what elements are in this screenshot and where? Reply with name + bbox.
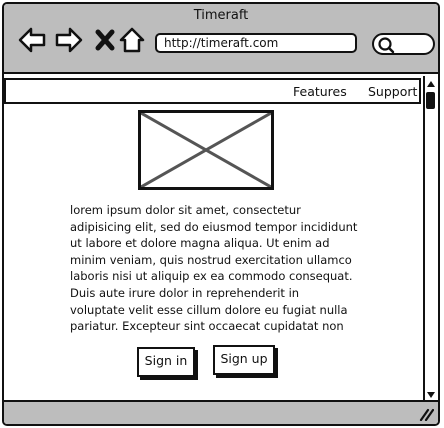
paragraph-line: voluptate velit esse cillum dolore eu fu… (70, 302, 348, 317)
nav-menu-bar: Features Support (4, 78, 421, 104)
vertical-scrollbar[interactable] (423, 76, 437, 404)
url-field[interactable]: http://timeraft.com (155, 33, 357, 53)
status-bar (4, 400, 438, 424)
search-icon (378, 37, 395, 54)
browser-window: Timeraft http://timeraft.com Features Su… (2, 2, 440, 426)
window-title: Timeraft (193, 8, 249, 23)
sign-up-button[interactable]: Sign up (213, 345, 275, 375)
search-field[interactable] (372, 33, 435, 55)
paragraph-line: minim veniam, quis nostrud exercitation … (70, 252, 352, 267)
arrow-right-icon[interactable] (55, 26, 83, 54)
menu-item-support[interactable]: Support (368, 84, 417, 99)
lorem-paragraph: lorem ipsum dolor sit amet, consectetur … (70, 202, 358, 335)
close-x-icon[interactable] (92, 26, 120, 54)
paragraph-line: adipisicing elit, sed do eiusmod tempor … (70, 219, 358, 234)
scroll-up-icon[interactable] (426, 79, 436, 89)
arrow-left-icon[interactable] (18, 26, 46, 54)
image-placeholder (138, 110, 274, 190)
sign-in-button[interactable]: Sign in (137, 347, 195, 377)
menu-item-features[interactable]: Features (293, 84, 347, 99)
paragraph-line: pariatur. Excepteur sint occaecat cupida… (70, 319, 344, 334)
scroll-down-icon[interactable] (426, 390, 436, 400)
title-bar: Timeraft http://timeraft.com (4, 4, 438, 74)
paragraph-line: Duis aute irure dolor in reprehenderit i… (70, 285, 300, 300)
resize-grip-icon[interactable] (418, 407, 434, 421)
paragraph-line: ut labore et dolore magna aliqua. Ut eni… (70, 236, 330, 251)
scrollbar-thumb[interactable] (426, 92, 435, 109)
home-icon[interactable] (118, 26, 146, 54)
paragraph-line: lorem ipsum dolor sit amet, consectetur (70, 203, 301, 217)
paragraph-line: laboris nisi ut aliquip ex ea commodo co… (70, 269, 353, 284)
